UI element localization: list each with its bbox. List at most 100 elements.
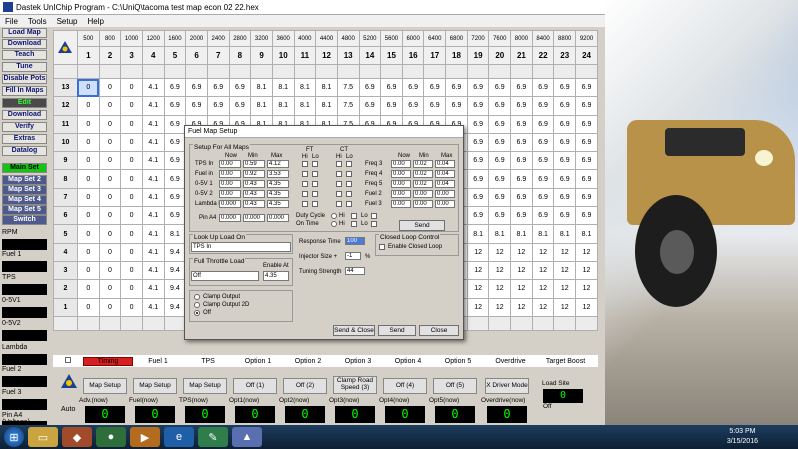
map-cell[interactable]: 6.9: [531, 187, 555, 208]
map-cell[interactable]: 6.9: [531, 169, 555, 189]
map-cell[interactable]: 0: [120, 151, 143, 171]
map-cell[interactable]: 0: [120, 224, 143, 244]
explorer-taskbar-icon[interactable]: ▭: [28, 427, 58, 447]
map-cell[interactable]: 12: [488, 279, 512, 299]
map-cell[interactable]: 4.1: [141, 297, 165, 317]
map-cell[interactable]: 6.9: [423, 77, 447, 98]
map-cell[interactable]: 0: [120, 260, 143, 281]
map-cell[interactable]: 6.9: [488, 77, 512, 98]
map-cell[interactable]: 7.5: [336, 96, 360, 116]
limit-checkbox[interactable]: [302, 201, 308, 207]
map-cell[interactable]: 6.9: [510, 151, 533, 171]
map-cell[interactable]: 6.9: [510, 206, 533, 226]
map-cell[interactable]: 6.9: [531, 132, 555, 153]
map-cell[interactable]: 0: [98, 242, 122, 262]
map-cell[interactable]: 12: [510, 260, 533, 281]
map-cell[interactable]: 8.1: [271, 96, 295, 116]
map-cell[interactable]: 6.9: [553, 187, 577, 208]
map-setup-button[interactable]: Off (1): [233, 378, 277, 394]
map-cell[interactable]: 0: [76, 206, 100, 226]
map-cell[interactable]: 9.4: [163, 260, 187, 281]
limit-checkbox[interactable]: [336, 201, 342, 207]
send-close-button[interactable]: Send & Close: [333, 325, 375, 336]
map-cell[interactable]: 6.9: [510, 169, 533, 189]
map-cell[interactable]: 8.1: [163, 224, 187, 244]
clamp-output-2d-radio[interactable]: [194, 302, 200, 308]
map-cell[interactable]: 6.9: [228, 96, 252, 116]
limit-checkbox[interactable]: [302, 171, 308, 177]
map-cell[interactable]: 8.1: [250, 96, 273, 116]
close-button[interactable]: Close: [419, 325, 459, 336]
duty-lo-checkbox[interactable]: [371, 213, 377, 219]
map-cell[interactable]: 6.9: [510, 96, 533, 116]
map-cell[interactable]: 0: [76, 224, 100, 244]
map-cell[interactable]: 6.9: [488, 96, 512, 116]
map-cell[interactable]: 6.9: [163, 114, 187, 134]
media-taskbar-icon[interactable]: ▶: [130, 427, 160, 447]
fill-in-maps-button[interactable]: Fill In Maps: [2, 86, 47, 96]
menu-file[interactable]: File: [5, 17, 18, 26]
map-cell[interactable]: 8.1: [531, 224, 555, 244]
limit-checkbox[interactable]: [336, 171, 342, 177]
limit-checkbox[interactable]: [346, 191, 352, 197]
tab-overdrive[interactable]: Overdrive: [483, 358, 538, 365]
map-cell[interactable]: 8.1: [553, 224, 577, 244]
map-cell[interactable]: 0: [98, 260, 122, 281]
map-cell[interactable]: 6.9: [163, 187, 187, 208]
map-cell[interactable]: 12: [531, 279, 555, 299]
map-cell[interactable]: 0: [120, 187, 143, 208]
map-cell[interactable]: 12: [510, 242, 533, 262]
limit-checkbox[interactable]: [336, 191, 342, 197]
map-cell[interactable]: 0: [98, 114, 122, 134]
map-setup-button[interactable]: Clamp Road Speed (3): [333, 376, 377, 394]
map-cell[interactable]: 6.9: [575, 96, 598, 116]
map-cell[interactable]: 8.1: [575, 224, 598, 244]
duty-cycle-radio[interactable]: [331, 213, 337, 219]
map-cell[interactable]: 6.9: [423, 96, 447, 116]
map-cell[interactable]: 0: [120, 242, 143, 262]
map-cell[interactable]: 12: [510, 297, 533, 317]
map-cell[interactable]: 6.9: [488, 206, 512, 226]
map-cell[interactable]: 6.9: [163, 132, 187, 153]
map-cell[interactable]: 6.9: [531, 206, 555, 226]
map-cell[interactable]: 0: [120, 279, 143, 299]
map-cell[interactable]: 0: [120, 114, 143, 134]
map-cell[interactable]: 6.9: [575, 187, 598, 208]
map-cell[interactable]: 6.9: [553, 114, 577, 134]
tab-option-4[interactable]: Option 4: [383, 358, 433, 365]
tab-option-5[interactable]: Option 5: [433, 358, 483, 365]
map-cell[interactable]: 6.9: [531, 77, 555, 98]
tab-option-3[interactable]: Option 3: [333, 358, 383, 365]
map-cell[interactable]: 4.1: [141, 114, 165, 134]
map-cell[interactable]: 6.9: [510, 114, 533, 134]
map-cell[interactable]: 6.9: [163, 151, 187, 171]
start-button-icon[interactable]: ⊞: [4, 427, 24, 447]
map-cell[interactable]: 6.9: [228, 77, 252, 98]
map-cell[interactable]: 6.9: [380, 77, 403, 98]
map-cell[interactable]: 6.9: [531, 151, 555, 171]
map-cell[interactable]: 6.9: [488, 114, 512, 134]
map-cell[interactable]: 6.9: [553, 132, 577, 153]
limit-checkbox[interactable]: [336, 181, 342, 187]
limit-checkbox[interactable]: [312, 171, 318, 177]
map-setup-button[interactable]: Off (4): [383, 378, 427, 394]
pen-taskbar-icon[interactable]: ✎: [198, 427, 228, 447]
limit-checkbox[interactable]: [302, 191, 308, 197]
tab-timing[interactable]: Timing: [83, 356, 133, 366]
map-cell[interactable]: 6.9: [206, 77, 230, 98]
teach-button[interactable]: Teach: [2, 50, 47, 60]
on-time-radio[interactable]: [331, 221, 337, 227]
map-cell[interactable]: 6.9: [553, 169, 577, 189]
tab-option-2[interactable]: Option 2: [283, 358, 333, 365]
map-cell[interactable]: 4.1: [141, 260, 165, 281]
map-cell[interactable]: 6.9: [553, 96, 577, 116]
map-cell[interactable]: 12: [553, 279, 577, 299]
map-setup-button[interactable]: Map Setup: [183, 378, 227, 394]
limit-checkbox[interactable]: [312, 161, 318, 167]
map-cell[interactable]: 6.9: [553, 151, 577, 171]
map-cell[interactable]: 0: [98, 297, 122, 317]
clock[interactable]: 5:03 PM 3/15/2016: [727, 427, 758, 447]
disable-pots-button[interactable]: Disable Pots: [2, 74, 47, 84]
map-cell[interactable]: 0: [120, 169, 143, 189]
app2-taskbar-icon[interactable]: ◆: [62, 427, 92, 447]
